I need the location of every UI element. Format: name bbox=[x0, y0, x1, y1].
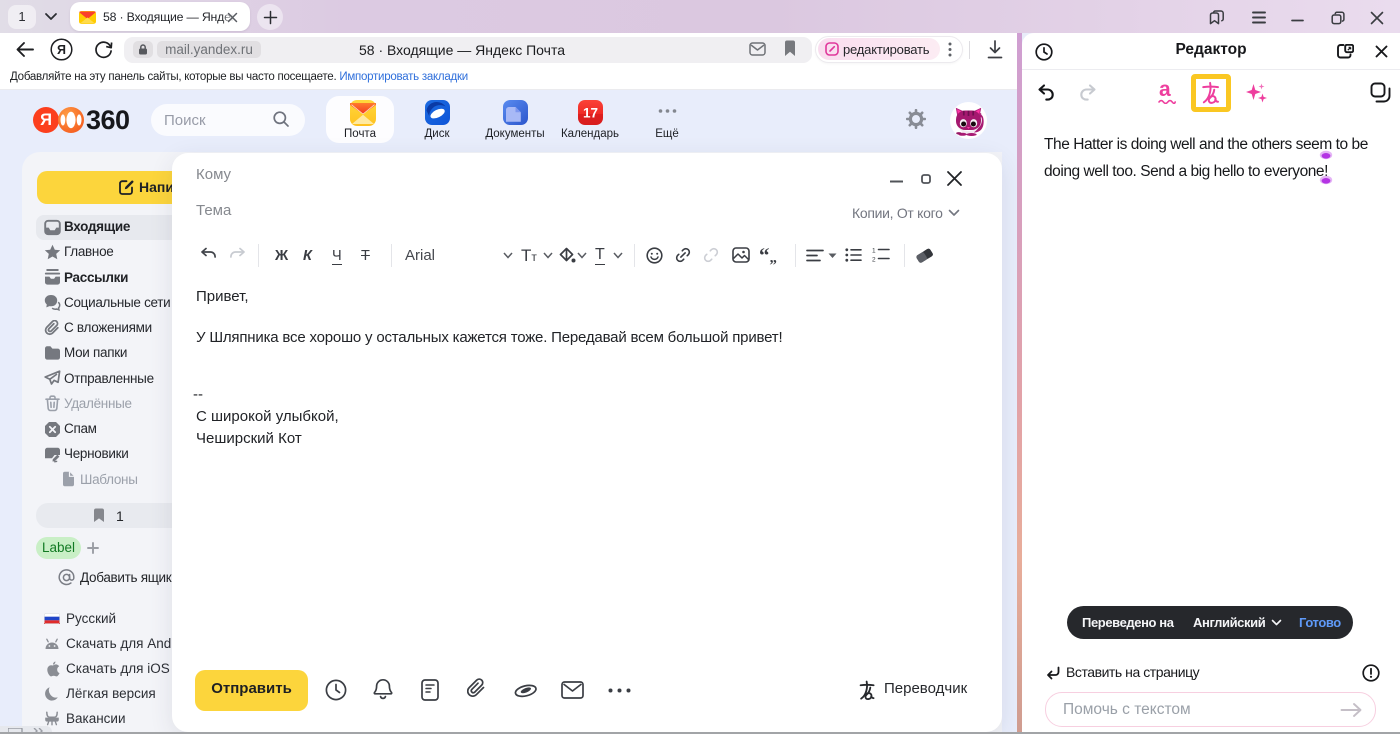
svg-text:17: 17 bbox=[583, 106, 598, 121]
svg-text:Я: Я bbox=[57, 43, 66, 57]
svg-text:2: 2 bbox=[872, 257, 876, 263]
svg-text:1: 1 bbox=[872, 248, 876, 255]
